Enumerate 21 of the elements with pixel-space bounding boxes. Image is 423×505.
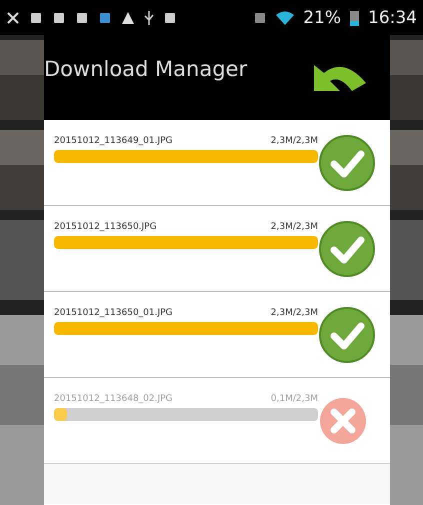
file-name: 20151012_113649_01.JPG: [54, 136, 173, 146]
warning-icon: [121, 10, 135, 24]
file-size: 0,1M/2,3M: [270, 394, 318, 404]
tools-icon: [6, 10, 20, 24]
wifi-icon: [276, 10, 294, 24]
clock: 16:34: [368, 8, 417, 28]
check-icon: [318, 306, 376, 364]
file-name: 20151012_113650_01.JPG: [54, 308, 173, 318]
app-icon: [98, 10, 112, 24]
usb-icon: [144, 10, 154, 24]
dialog-title: Download Manager: [44, 57, 248, 81]
battery-percent: 21%: [303, 8, 341, 28]
file-name: 20151012_113648_02.JPG: [54, 394, 173, 404]
file-size: 2,3M/2,3M: [270, 308, 318, 318]
check-icon: [318, 220, 376, 278]
file-size: 2,3M/2,3M: [270, 222, 318, 232]
error-icon: [318, 396, 368, 446]
battery-icon: [350, 10, 359, 26]
check-icon: [318, 134, 376, 192]
file-name: 20151012_113650.JPG: [54, 222, 157, 232]
file-size: 2,3M/2,3M: [270, 136, 318, 146]
